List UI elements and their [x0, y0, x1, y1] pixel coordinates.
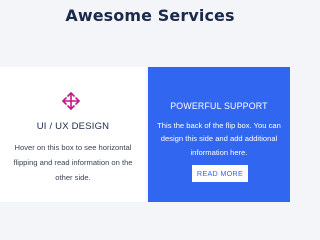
flip-box-back-title: POWERFUL SUPPORT — [170, 101, 268, 111]
flip-box-front-description: Hover on this box to see horizontal flip… — [13, 143, 133, 182]
flip-box-front[interactable]: UI / UX DESIGN Hover on this box to see … — [0, 67, 146, 202]
read-more-button[interactable]: READ MORE — [192, 165, 248, 182]
flip-box-front-title: UI / UX DESIGN — [36, 121, 110, 132]
arrows-move-icon — [61, 91, 81, 111]
section-title: Awesome Services — [65, 6, 235, 25]
flip-box-back[interactable]: POWERFUL SUPPORT This the back of the fl… — [148, 67, 290, 202]
flip-box-back-description: This the back of the flip box. You can d… — [157, 121, 281, 157]
